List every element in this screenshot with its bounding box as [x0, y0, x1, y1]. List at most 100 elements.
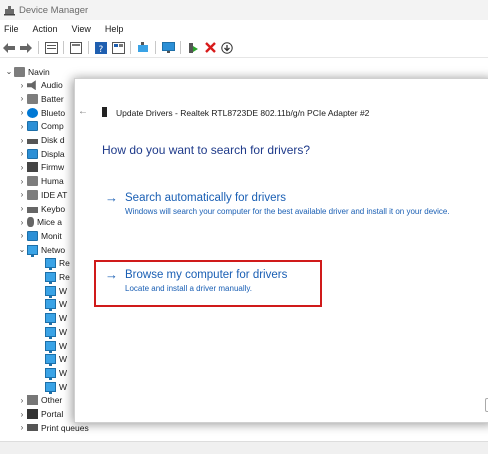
chevron-down-icon[interactable]: ⌄: [4, 67, 14, 76]
mouse-icon: [27, 217, 34, 228]
tree-item[interactable]: › IDE AT: [17, 188, 67, 202]
back-arrow-icon[interactable]: [2, 41, 16, 55]
chevron-right-icon[interactable]: ›: [17, 396, 27, 405]
tree-item-label: W: [59, 381, 68, 392]
tree-item[interactable]: › Comp: [17, 120, 64, 134]
network-icon: [45, 326, 56, 339]
back-arrow-icon[interactable]: ←: [78, 106, 88, 117]
network-adapter-item[interactable]: Re: [45, 257, 70, 271]
network-adapter-item[interactable]: W: [45, 284, 67, 298]
uninstall-icon[interactable]: [203, 41, 217, 55]
portable-devices-icon: [27, 409, 38, 420]
view-icon[interactable]: [111, 41, 125, 55]
tree-item[interactable]: › Portal: [17, 407, 63, 421]
tree-item[interactable]: ⌄ Netwo: [17, 243, 65, 257]
chevron-right-icon[interactable]: ›: [17, 94, 27, 103]
menu-help[interactable]: Help: [105, 24, 124, 34]
update-drivers-dialog: ← Update Drivers - Realtek RTL8723DE 802…: [74, 78, 488, 423]
enable-device-icon[interactable]: [186, 41, 200, 55]
tree-item-label: Audio: [41, 80, 63, 91]
arrow-right-icon: →: [105, 190, 118, 205]
scan-hardware-icon[interactable]: [136, 41, 150, 55]
network-icon: [45, 285, 56, 298]
properties-icon[interactable]: [44, 41, 58, 55]
network-icon: [45, 367, 56, 380]
battery-icon: [27, 93, 38, 104]
network-icon: [27, 244, 38, 257]
chevron-right-icon[interactable]: ›: [17, 410, 27, 419]
tree-item-label: W: [59, 354, 68, 365]
network-adapter-item[interactable]: W: [45, 380, 67, 394]
show-hidden-icon[interactable]: [69, 41, 83, 55]
search-automatically-option[interactable]: → Search automatically for drivers Windo…: [105, 191, 455, 218]
bluetooth-icon: [27, 107, 38, 118]
monitor-icon: [27, 230, 38, 241]
menu-view[interactable]: View: [72, 24, 91, 34]
ide-icon: [27, 189, 38, 200]
tree-item[interactable]: › Print queues: [17, 421, 89, 435]
window-title: Device Manager: [19, 4, 89, 16]
menu-file[interactable]: File: [4, 24, 19, 34]
chevron-right-icon[interactable]: ›: [17, 204, 27, 213]
chevron-right-icon[interactable]: ›: [17, 108, 27, 117]
tree-item-label: W: [59, 340, 68, 351]
tree-item[interactable]: › Blueto: [17, 106, 65, 120]
chevron-right-icon[interactable]: ›: [17, 81, 27, 90]
tree-item-label: Re: [59, 258, 70, 269]
tree-item-label: W: [59, 367, 68, 378]
chevron-down-icon[interactable]: ⌄: [17, 245, 27, 254]
hid-icon: [27, 176, 38, 187]
tree-item[interactable]: › Mice a: [17, 216, 62, 230]
other-devices-icon: [27, 395, 38, 406]
network-adapter-item[interactable]: W: [45, 339, 67, 353]
tree-item[interactable]: › Batter: [17, 92, 64, 106]
network-adapter-item[interactable]: W: [45, 298, 67, 312]
tree-item[interactable]: › Firmw: [17, 161, 64, 175]
tree-item[interactable]: › Disk d: [17, 133, 65, 147]
dialog-question: How do you want to search for drivers?: [102, 143, 311, 157]
device-manager-icon: [4, 5, 15, 16]
tree-item[interactable]: › Audio: [17, 79, 63, 93]
network-adapter-item[interactable]: Re: [45, 270, 70, 285]
tree-item[interactable]: › Displa: [17, 147, 65, 161]
menu-action[interactable]: Action: [33, 24, 58, 34]
chevron-right-icon[interactable]: ›: [17, 423, 27, 432]
tree-item[interactable]: › Keybo: [17, 202, 65, 216]
network-adapter-icon: [102, 107, 107, 117]
update-driver-icon[interactable]: [220, 41, 234, 55]
dialog-title: Update Drivers - Realtek RTL8723DE 802.1…: [116, 108, 370, 118]
display-icon: [27, 148, 38, 159]
browse-computer-option[interactable]: → Browse my computer for drivers Locate …: [105, 268, 287, 295]
chevron-right-icon[interactable]: ›: [17, 122, 27, 131]
forward-arrow-icon[interactable]: [19, 41, 33, 55]
svg-text:?: ?: [99, 45, 104, 54]
network-icon: [45, 340, 56, 353]
audio-icon: [27, 80, 36, 91]
chevron-right-icon[interactable]: ›: [17, 190, 27, 199]
chevron-right-icon[interactable]: ›: [17, 136, 27, 145]
network-adapter-item[interactable]: W: [45, 366, 67, 380]
monitor-icon[interactable]: [161, 41, 175, 55]
disk-icon: [27, 139, 38, 145]
tree-item-label: Blueto: [41, 107, 66, 118]
chevron-right-icon[interactable]: ›: [17, 177, 27, 186]
network-icon: [45, 299, 56, 312]
tree-item[interactable]: › Monit: [17, 229, 62, 243]
arrow-right-icon: →: [105, 267, 118, 282]
network-adapter-item[interactable]: W: [45, 325, 67, 339]
firmware-icon: [27, 162, 38, 173]
tree-item[interactable]: › Huma: [17, 174, 64, 188]
network-adapter-item[interactable]: W: [45, 311, 67, 326]
network-adapter-item[interactable]: W: [45, 353, 67, 367]
toolbar-separator: [155, 41, 156, 54]
toolbar-separator: [63, 41, 64, 54]
chevron-right-icon[interactable]: ›: [17, 149, 27, 158]
network-icon: [45, 272, 56, 285]
chevron-right-icon[interactable]: ›: [17, 231, 27, 240]
chevron-right-icon[interactable]: ›: [17, 218, 27, 227]
chevron-right-icon[interactable]: ›: [17, 163, 27, 172]
tree-item-label: Re: [59, 272, 70, 283]
tree-item[interactable]: › Other: [17, 394, 62, 408]
tree-root[interactable]: ⌄ Navin: [4, 65, 50, 79]
help-icon[interactable]: ?: [94, 41, 108, 55]
